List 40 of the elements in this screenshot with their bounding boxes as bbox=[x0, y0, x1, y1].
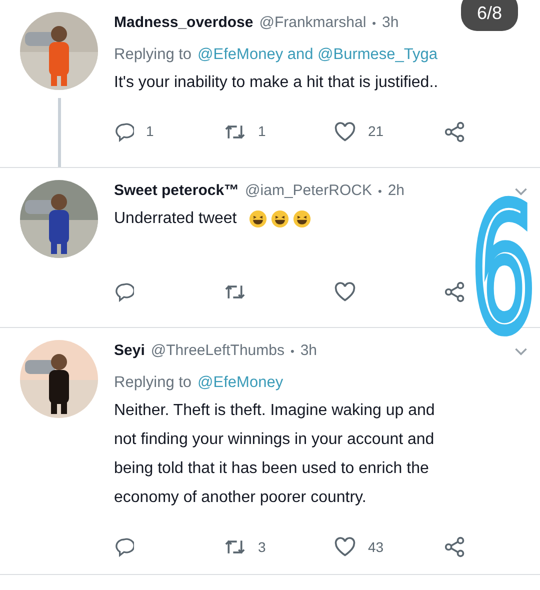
tweet-text: Neither. Theft is theft. Imagine waking up and not finding your winnings in your account and being told that it has been used to enrich the economy of another poorer country. bbox=[114, 401, 436, 508]
separator-dot: • bbox=[290, 345, 294, 360]
reply-icon[interactable] bbox=[114, 122, 134, 142]
tweet-text: Underrated tweet bbox=[114, 209, 238, 230]
user-handle: @ThreeLeftThumbs bbox=[150, 341, 284, 362]
caret-icon[interactable] bbox=[514, 347, 528, 356]
user-name: Seyi bbox=[114, 341, 145, 362]
separator-dot: • bbox=[372, 17, 376, 32]
timestamp: 3h bbox=[300, 341, 318, 362]
replying-label: Replying to bbox=[114, 44, 192, 64]
count: 1 bbox=[258, 122, 266, 142]
drawn-number: 6 bbox=[472, 197, 535, 343]
user-name: Madness_overdose bbox=[114, 13, 254, 33]
share-icon[interactable] bbox=[444, 281, 466, 304]
mention-link[interactable]: @EfeMoney and @Burmese_Tyga bbox=[198, 42, 438, 66]
heart-icon[interactable] bbox=[334, 122, 356, 142]
caret-icon[interactable] bbox=[514, 186, 528, 196]
replying-label: Replying to bbox=[114, 372, 192, 393]
separator-dot: • bbox=[378, 184, 382, 200]
heart-icon[interactable] bbox=[334, 282, 356, 302]
user-handle: @iam_PeterROCK bbox=[245, 180, 372, 201]
count: 43 bbox=[368, 538, 384, 556]
heart-icon[interactable] bbox=[334, 537, 356, 557]
user-handle: @Frankmarshal bbox=[259, 13, 366, 33]
user-name: Sweet peterock™ bbox=[114, 180, 240, 201]
share-icon[interactable] bbox=[444, 120, 466, 143]
count: 3 bbox=[258, 538, 266, 556]
laughing-emoji-icon bbox=[270, 210, 289, 228]
mention-link[interactable]: @EfeMoney bbox=[198, 370, 284, 394]
timestamp: 2h bbox=[388, 180, 405, 201]
slide-counter: 6/8 bbox=[460, 0, 518, 31]
count: 21 bbox=[368, 122, 384, 142]
timestamp: 3h bbox=[382, 13, 399, 33]
share-icon[interactable] bbox=[444, 536, 466, 558]
reply-icon[interactable] bbox=[114, 537, 134, 557]
reply-icon[interactable] bbox=[114, 282, 134, 302]
laughing-emoji-icon bbox=[248, 210, 267, 228]
tweet-text: It's your inability to make a hit that is justified.. bbox=[114, 72, 440, 93]
laughing-emoji-icon bbox=[292, 210, 311, 228]
count: 1 bbox=[146, 122, 154, 142]
